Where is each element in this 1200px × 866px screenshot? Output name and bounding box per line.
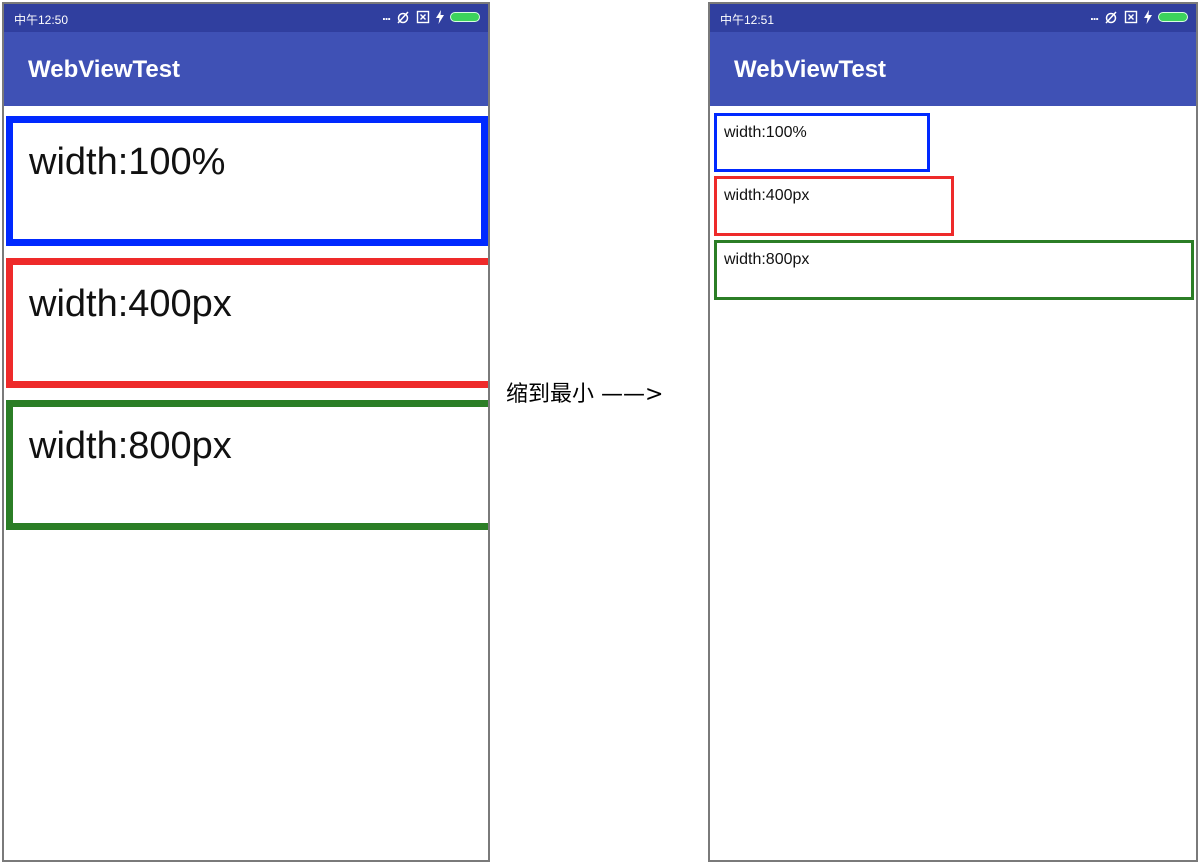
app-bar: WebViewTest [4,32,488,106]
box-label: width:100% [724,124,807,141]
status-bar: 中午12:50 ... [4,4,488,32]
box-width-100-percent: width:100% [6,116,488,246]
status-icons: ... [1090,7,1188,25]
arrow-caption: 缩到最小 ——> [506,382,664,407]
webview-content[interactable]: width:100% width:400px width:800px [710,106,1196,860]
status-time: 中午12:50 [14,13,69,27]
phone-screen-before: 中午12:50 ... WebViewTest width:100% width… [2,2,490,862]
sim-x-icon [416,10,430,24]
box-label: width:800px [29,425,232,467]
charging-bolt-icon [436,10,444,24]
status-icons: ... [382,7,480,25]
app-title: WebViewTest [28,56,181,83]
battery-icon [450,12,480,22]
box-width-800px: width:800px [6,400,488,530]
mute-alarm-icon [1105,11,1117,24]
battery-icon [1158,12,1188,22]
webview-content[interactable]: width:100% width:400px width:800px [4,106,488,860]
box-width-400px: width:400px [714,176,954,236]
box-width-100-percent: width:100% [714,113,930,172]
more-dots: ... [382,7,391,23]
charging-bolt-icon [1144,10,1152,24]
box-label: width:400px [29,283,232,325]
more-dots: ... [1090,7,1099,23]
app-title: WebViewTest [734,56,887,83]
box-label: width:400px [724,187,810,204]
box-label: width:800px [724,251,810,268]
box-width-800px: width:800px [714,240,1194,300]
sim-x-icon [1124,10,1138,24]
status-bar: 中午12:51 ... [710,4,1196,32]
phone-screen-after: 中午12:51 ... WebViewTest width:100% width… [708,2,1198,862]
app-bar: WebViewTest [710,32,1196,106]
status-time: 中午12:51 [720,13,775,27]
box-width-400px: width:400px [6,258,488,388]
mute-alarm-icon [397,11,409,24]
box-label: width:100% [29,141,226,183]
